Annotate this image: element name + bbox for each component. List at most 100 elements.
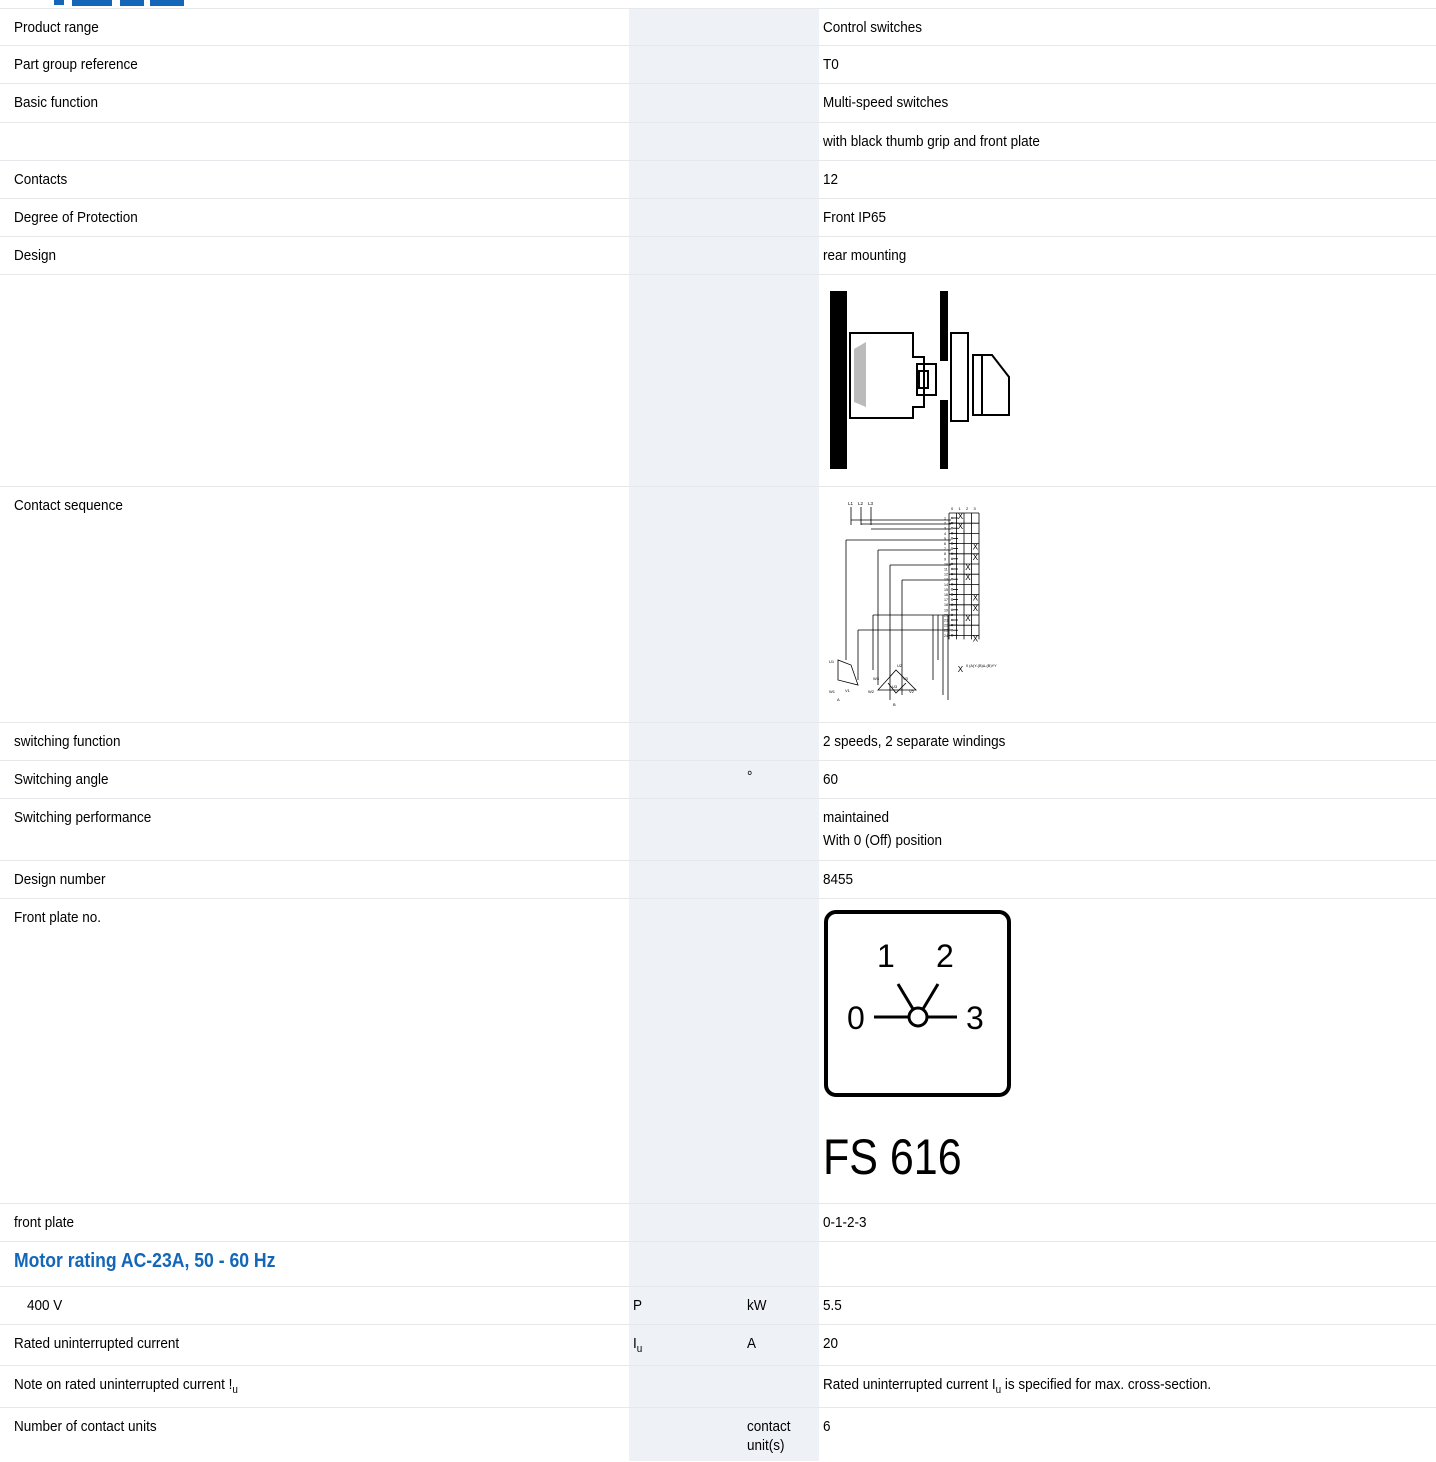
value-line-2: With 0 (Off) position (823, 832, 943, 849)
label: switching function (14, 733, 121, 750)
front-plate-drawing: 0 1 2 3 (824, 910, 1011, 1097)
label: Basic function (14, 94, 99, 111)
label: Degree of Protection (14, 209, 138, 226)
switch-mark: X (973, 604, 979, 613)
unit: kW (747, 1297, 767, 1314)
value: with black thumb grip and front plate (823, 133, 1040, 150)
motor-a-label-V1: V1 (845, 688, 851, 693)
label: Contact sequence (14, 497, 123, 514)
label: Number of contact units (14, 1418, 157, 1435)
terminal-10: 10 (944, 562, 948, 566)
contact-sequence-diagram: L1 L2 L31234567891011121314151617181920212… (829, 501, 997, 707)
symbol: P (633, 1297, 643, 1314)
row-contact-units: Number of contact units contact unit(s) 6 (0, 1407, 1436, 1462)
row-degree-protection: Degree of Protection Front IP65 (0, 198, 1436, 237)
motor-a-coils (837, 659, 859, 686)
unit: ° (747, 768, 753, 785)
row-design-picture (0, 274, 1436, 487)
row-basic-function: Basic function Multi-speed switches (0, 83, 1436, 123)
row-product-range: Product range Control switches (0, 8, 1436, 46)
switch-mark: X (965, 563, 971, 572)
motor-a-label-A: A (837, 697, 840, 702)
value: 2 speeds, 2 separate windings (823, 733, 1006, 750)
terminal-6: 6 (944, 542, 946, 546)
plate-pos-0: 0 (847, 1000, 865, 1036)
label: front plate (14, 1214, 75, 1231)
motor-a-label-U1: U1 (829, 659, 835, 664)
value: 6 (823, 1418, 831, 1435)
value: Control switches (823, 19, 923, 36)
value: Multi-speed switches (823, 94, 949, 111)
value: 5.5 (823, 1297, 842, 1314)
terminal-dot (950, 629, 954, 632)
motor-b-label-B: B (893, 702, 896, 707)
label: Front plate no. (14, 909, 102, 926)
terminal-7: 7 (944, 547, 946, 551)
terminal-8: 8 (944, 552, 946, 556)
position-header-3: 3 (974, 506, 977, 511)
phase-label-L3: L3 (868, 501, 874, 506)
symbol: Iu (633, 1335, 643, 1355)
row-switching-performance: Switching performance maintained With 0 … (0, 798, 1436, 861)
section-title: Motor rating AC-23A, 50 - 60 Hz (14, 1250, 276, 1272)
motor-b-label-V3: V3 (903, 676, 909, 681)
plate-pos-1: 1 (877, 938, 895, 974)
motor-b-label-U2: U2 (897, 663, 903, 668)
terminal-24: 24 (944, 634, 948, 638)
terminal-dot (950, 598, 954, 601)
row-part-group: Part group reference T0 (0, 45, 1436, 84)
terminal-14: 14 (944, 583, 948, 587)
label: 400 V (27, 1297, 63, 1314)
motor-b-label-U3: U3 (892, 684, 898, 689)
motor-a-label-W1: W1 (829, 689, 836, 694)
label: Switching performance (14, 809, 152, 826)
phase-label-L2: L2 (858, 501, 864, 506)
terminal-dot (950, 567, 954, 571)
switch-mark: X (958, 665, 964, 674)
switch-mark: X (973, 543, 979, 552)
plate-pos-3: 3 (966, 1000, 984, 1036)
plate-code: FS 616 (823, 1129, 962, 1185)
section-motor-rating: Motor rating AC-23A, 50 - 60 Hz (0, 1241, 1436, 1287)
terminal-dot (950, 557, 954, 560)
label: Note on rated uninterrupted current !u (14, 1376, 238, 1396)
label: Contacts (14, 171, 68, 188)
terminal-dot (950, 578, 954, 581)
position-header-0: 0 (951, 506, 954, 511)
cutoff-heading-strip (0, 0, 1436, 8)
label: Design number (14, 871, 106, 888)
terminal-16: 16 (944, 593, 948, 597)
diagram-footer: 0 (A)Y-(B)Δ-(B)YY (966, 664, 997, 668)
terminal-23: 23 (944, 629, 948, 633)
switch-mark: X (958, 522, 964, 531)
terminal-15: 15 (944, 588, 948, 592)
row-front-plate: front plate 0-1-2-3 (0, 1203, 1436, 1242)
row-switching-angle: Switching angle ° 60 (0, 760, 1436, 799)
terminal-19: 19 (944, 608, 948, 612)
value: 60 (823, 771, 839, 788)
value-line-1: maintained (823, 809, 890, 826)
motor-b-label-W2: W2 (868, 689, 875, 694)
terminal-4: 4 (944, 532, 946, 536)
phase-label-L1: L1 (848, 501, 854, 506)
terminal-dot (950, 547, 954, 550)
terminal-18: 18 (944, 603, 948, 607)
switch-mark: X (965, 614, 971, 623)
terminal-dot (950, 516, 954, 520)
unit: contact unit(s) (747, 1418, 791, 1454)
motor-b-label-V2: V2 (909, 689, 915, 694)
unit: A (747, 1335, 757, 1352)
plate-pos-2: 2 (936, 938, 954, 974)
position-header-2: 2 (966, 506, 969, 511)
switch-mark: X (973, 594, 979, 603)
terminal-17: 17 (944, 598, 948, 602)
switch-mark: X (973, 553, 979, 562)
value: 8455 (823, 871, 854, 888)
switch-mark: X (965, 573, 971, 582)
label: Rated uninterrupted current (14, 1335, 180, 1352)
terminal-dot (950, 527, 954, 530)
row-basic-function-2: with black thumb grip and front plate (0, 122, 1436, 161)
terminal-dot (950, 537, 954, 540)
cutoff-heading-fragment (14, 0, 189, 7)
row-contact-sequence: Contact sequence L1 L2 L3 1 2 3 4 5 6 7 8 9 10 11 12 13… (0, 486, 1436, 723)
